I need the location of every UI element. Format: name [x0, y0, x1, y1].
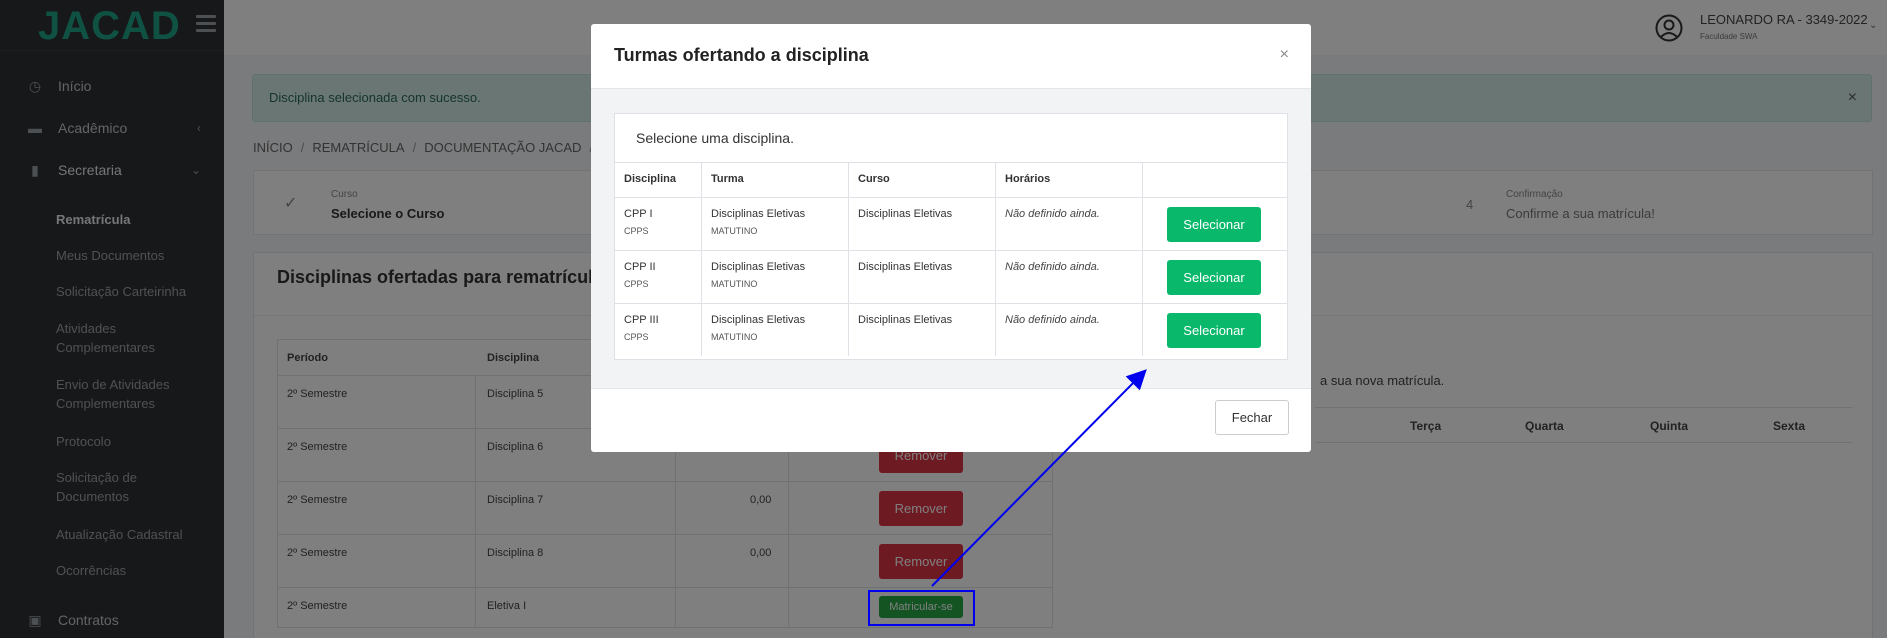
- annotation-arrow: [931, 369, 1147, 587]
